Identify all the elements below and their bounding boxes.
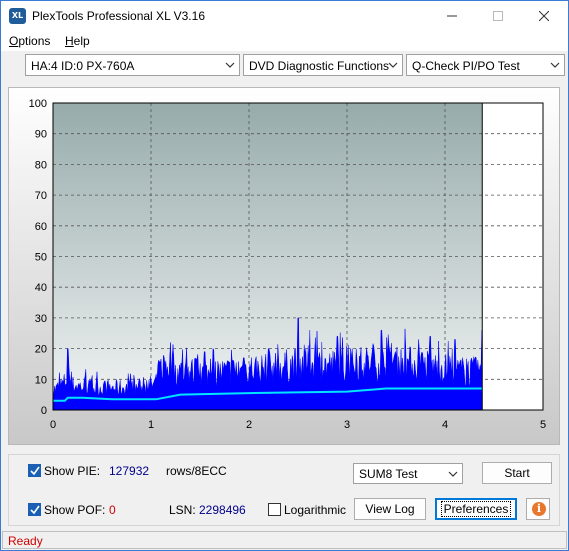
close-button[interactable] — [521, 1, 567, 31]
chevron-down-icon — [388, 62, 398, 68]
pi-po-chart: 0 10 20 30 40 50 60 70 80 90 100 0 1 2 3 4 5 — [29, 98, 546, 431]
y-tick-label: 20 — [35, 344, 47, 356]
x-tick-label: 0 — [50, 419, 56, 431]
view-log-button-label: View Log — [365, 502, 415, 516]
menu-help-accel: H — [65, 34, 74, 48]
lsn-label: LSN: — [169, 503, 196, 517]
minimize-icon — [447, 15, 457, 17]
app-logo-icon: XL — [9, 8, 26, 24]
maximize-icon — [493, 11, 503, 21]
rows-label: rows/8ECC — [166, 464, 227, 478]
close-icon — [539, 11, 549, 21]
start-button[interactable]: Start — [482, 462, 552, 484]
minimize-button[interactable] — [429, 1, 475, 31]
x-tick-label: 1 — [148, 419, 154, 431]
function-select[interactable]: DVD Diagnostic Functions — [243, 54, 403, 76]
menu-options[interactable]: Options — [9, 34, 50, 48]
y-tick-label: 60 — [35, 221, 47, 233]
checkmark-icon — [30, 505, 40, 515]
drive-select[interactable]: HA:4 ID:0 PX-760A — [25, 54, 240, 76]
show-pof-checkbox[interactable] — [28, 503, 41, 516]
start-button-label: Start — [504, 466, 530, 480]
y-tick-label: 0 — [41, 405, 47, 417]
preferences-button[interactable]: Preferences — [435, 498, 517, 520]
window-title: PlexTools Professional XL V3.16 — [32, 9, 205, 23]
menu-options-accel: O — [9, 34, 19, 48]
menu-bar: Options Help — [1, 31, 568, 51]
app-window: XL PlexTools Professional XL V3.16 Optio… — [0, 0, 569, 551]
y-tick-label: 10 — [35, 374, 47, 386]
show-pie-checkbox[interactable] — [28, 464, 41, 477]
status-text: Ready — [8, 534, 43, 548]
lsn-value: 2298496 — [199, 503, 246, 517]
test-select[interactable]: Q-Check PI/PO Test — [406, 54, 565, 76]
view-log-button[interactable]: View Log — [354, 498, 426, 520]
chevron-down-icon — [550, 62, 560, 68]
maximize-button[interactable] — [475, 1, 521, 31]
logarithmic-checkbox[interactable] — [268, 503, 281, 516]
sum-test-select[interactable]: SUM8 Test — [353, 463, 463, 484]
info-icon: i — [532, 502, 546, 516]
x-tick-label: 5 — [540, 419, 546, 431]
show-pie-label: Show PIE: — [44, 464, 101, 478]
y-tick-label: 80 — [35, 159, 47, 171]
show-pof-label: Show POF: — [44, 503, 106, 517]
y-tick-label: 100 — [29, 98, 47, 110]
chart-panel: 0 10 20 30 40 50 60 70 80 90 100 0 1 2 3 4 5 — [8, 87, 560, 445]
chevron-down-icon — [225, 62, 235, 68]
y-tick-label: 50 — [35, 252, 47, 264]
status-bar: Ready — [2, 531, 567, 549]
control-panel: Show PIE: 127932 rows/8ECC SUM8 Test Sta… — [8, 454, 560, 526]
menu-options-rest: ptions — [18, 34, 51, 48]
chevron-down-icon — [448, 471, 458, 477]
preferences-button-label: Preferences — [440, 501, 512, 517]
drive-select-value: HA:4 ID:0 PX-760A — [31, 59, 135, 73]
y-tick-label: 70 — [35, 190, 47, 202]
logarithmic-label: Logarithmic — [284, 503, 347, 517]
function-select-value: DVD Diagnostic Functions — [249, 59, 390, 73]
menu-help-rest: elp — [73, 34, 90, 48]
y-tick-label: 90 — [35, 129, 47, 141]
y-tick-label: 30 — [35, 313, 47, 325]
title-bar: XL PlexTools Professional XL V3.16 — [1, 1, 568, 31]
checkmark-icon — [30, 466, 40, 476]
pof-value: 0 — [109, 503, 116, 517]
x-tick-label: 3 — [344, 419, 350, 431]
pie-value: 127932 — [109, 464, 150, 478]
y-tick-label: 40 — [35, 282, 47, 294]
menu-help[interactable]: Help — [65, 34, 90, 48]
test-select-value: Q-Check PI/PO Test — [412, 59, 520, 73]
info-button[interactable]: i — [526, 498, 550, 520]
x-tick-label: 2 — [246, 419, 252, 431]
x-tick-label: 4 — [442, 419, 448, 431]
sum-test-select-value: SUM8 Test — [359, 467, 418, 481]
